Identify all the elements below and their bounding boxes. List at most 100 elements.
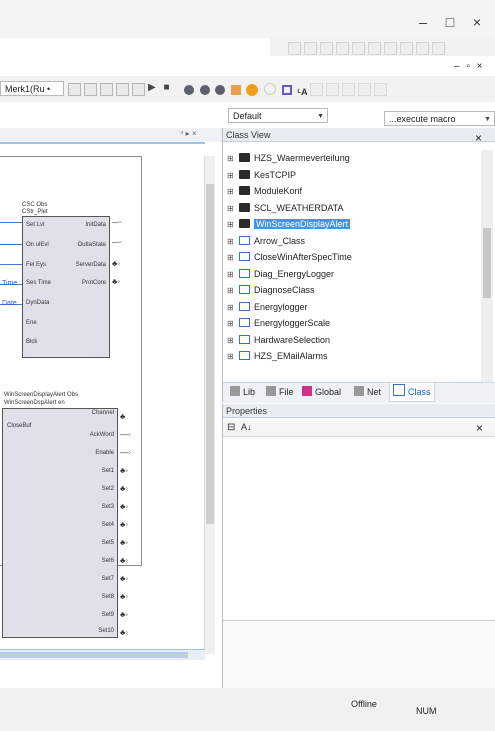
expand-icon[interactable]: ⊞ [227, 316, 235, 332]
output-connector-icon[interactable]: ♣◦ [120, 516, 140, 534]
text-tool-icon[interactable]: ᴸA [298, 87, 308, 97]
expand-icon[interactable]: ⊞ [227, 333, 235, 349]
close-window-button[interactable]: × [468, 14, 486, 30]
class-tree-item[interactable]: ⊞ Energylogger [223, 299, 308, 315]
stop-icon[interactable]: ■ [163, 82, 169, 93]
class-tree-item[interactable]: ⊞ ModuleKonf [223, 183, 302, 199]
expand-icon[interactable]: ⊞ [227, 151, 235, 167]
class-tree-item[interactable]: ⊞ Arrow_Class [223, 233, 305, 249]
paste-icon[interactable] [342, 83, 355, 96]
transfer-icon[interactable] [100, 83, 113, 96]
output-connector-icon[interactable]: ♣◦ [112, 259, 120, 268]
expand-icon[interactable]: ⊞ [227, 201, 235, 217]
grid-icon[interactable] [432, 42, 445, 55]
output-connector-icon[interactable]: ♣◦ [120, 462, 140, 480]
output-connector-icon[interactable]: ♣◦ [120, 606, 140, 624]
scrollbar-thumb[interactable] [206, 184, 214, 524]
align-left-icon[interactable] [288, 42, 301, 55]
output-connector-icon[interactable]: ♣◦ [120, 570, 140, 588]
align-center-icon[interactable] [304, 42, 317, 55]
output-connector-icon[interactable]: ♣◦ [120, 588, 140, 606]
scrollbar-thumb[interactable] [483, 228, 491, 298]
class-tree-item[interactable]: ⊞ SCL_WEATHERDATA [223, 200, 344, 216]
class-tree-item[interactable]: ⊞ HZS_EMailAlarms [223, 348, 328, 364]
tab-lib[interactable]: Lib [227, 383, 258, 401]
class-tree-item[interactable]: ⊞ KesTCPIP [223, 167, 296, 183]
expand-icon[interactable]: ⊞ [227, 300, 235, 316]
categorized-icon[interactable]: ⊟ [227, 422, 235, 433]
canvas-vertical-scrollbar[interactable] [204, 156, 215, 654]
minimize-button[interactable]: – [414, 14, 432, 30]
output-connector-icon[interactable]: ♣◦ [120, 624, 140, 642]
align-right-icon[interactable] [320, 42, 333, 55]
select-icon[interactable] [282, 85, 293, 95]
breakpoint-icon[interactable] [263, 83, 276, 95]
output-connector-icon[interactable]: —◦ [120, 426, 140, 444]
layers-icon[interactable] [84, 83, 97, 96]
doc-minimize-button[interactable]: – [454, 61, 460, 72]
copy-icon[interactable] [326, 83, 339, 96]
function-block-1[interactable]: Set Lvl On ulEvl Fel Eys Ses Time DynDat… [22, 216, 110, 358]
output-connector-icon[interactable]: —◦ [112, 219, 121, 226]
tab-pin-close[interactable]: ⁴ ▸ × [180, 129, 197, 138]
properties-close-button[interactable]: × [476, 421, 483, 435]
project-combo[interactable]: Merk1(Ru • [0, 81, 64, 96]
watch-icon[interactable] [215, 85, 226, 95]
output-connector-icon[interactable]: ♣◦ [112, 277, 120, 286]
canvas-horizontal-scrollbar[interactable] [0, 649, 205, 660]
align-bottom-icon[interactable] [368, 42, 381, 55]
align-top-icon[interactable] [336, 42, 349, 55]
scrollbar-thumb[interactable] [0, 652, 188, 658]
align-middle-icon[interactable] [352, 42, 365, 55]
alphabetical-icon[interactable]: A↓ [241, 422, 252, 432]
properties-grid[interactable] [223, 440, 495, 621]
class-view-close-button[interactable]: × [475, 131, 482, 145]
tab-file[interactable]: File [263, 383, 297, 401]
class-tree-item[interactable]: ⊞ WinScreenDisplayAlert [223, 216, 351, 233]
expand-icon[interactable]: ⊞ [227, 349, 235, 365]
output-connector-icon[interactable]: ♣◦ [120, 480, 140, 498]
class-tree-item[interactable]: ⊞ HZS_Waermeverteilung [223, 150, 350, 166]
cut-icon[interactable] [310, 83, 323, 96]
same-height-icon[interactable] [400, 42, 413, 55]
doc-close-button[interactable]: × [477, 61, 483, 72]
class-tree-item[interactable]: ⊞ DiagnoseClass [223, 282, 315, 298]
same-size-icon[interactable] [416, 42, 429, 55]
expand-icon[interactable]: ⊞ [227, 217, 235, 233]
same-width-icon[interactable] [384, 42, 397, 55]
print-icon[interactable] [132, 83, 145, 96]
format-icon[interactable] [68, 83, 81, 96]
undo-icon[interactable] [358, 83, 371, 96]
class-tree-scrollbar[interactable] [481, 150, 493, 382]
class-tree-item[interactable]: ⊞ HardwareSelection [223, 332, 330, 348]
debug-icon[interactable] [184, 85, 194, 95]
play-icon[interactable]: ▶ [148, 82, 156, 93]
editor-canvas[interactable]: CSC Obs CStr_Plet Set Lvl On ulEvl Fel E… [0, 142, 215, 660]
tab-net[interactable]: Net [351, 383, 384, 401]
class-tree-item[interactable]: ⊞ Diag_EnergyLogger [223, 266, 334, 282]
redo-icon[interactable] [374, 83, 387, 96]
expand-icon[interactable]: ⊞ [227, 267, 235, 283]
output-connector-icon[interactable]: ♣◦ [120, 552, 140, 570]
monitor-icon[interactable] [230, 85, 241, 95]
macro-combo[interactable]: ...execute macro ▼ [384, 111, 495, 126]
output-connector-icon[interactable]: ♣◦ [120, 498, 140, 516]
expand-icon[interactable]: ⊞ [227, 250, 235, 266]
output-connector-icon[interactable]: —◦ [112, 239, 121, 246]
class-tree-item[interactable]: ⊞ CloseWinAfterSpecTime [223, 249, 352, 265]
maximize-button[interactable]: □ [441, 14, 459, 30]
compare-icon[interactable] [116, 83, 129, 96]
tab-class[interactable]: Class [389, 383, 435, 402]
expand-icon[interactable]: ⊞ [227, 234, 235, 250]
layout-combo[interactable]: Default ▼ [228, 108, 328, 123]
tab-global[interactable]: Global [299, 383, 344, 401]
expand-icon[interactable]: ⊞ [227, 184, 235, 200]
expand-icon[interactable]: ⊞ [227, 168, 235, 184]
doc-restore-button[interactable]: ▫ [466, 61, 470, 72]
record-icon[interactable] [246, 84, 259, 96]
expand-icon[interactable]: ⊞ [227, 283, 235, 299]
step-icon[interactable] [199, 85, 210, 95]
output-connector-icon[interactable]: ♣ [120, 408, 140, 426]
output-connector-icon[interactable]: —◦ [120, 444, 140, 462]
output-connector-icon[interactable]: ♣◦ [120, 534, 140, 552]
